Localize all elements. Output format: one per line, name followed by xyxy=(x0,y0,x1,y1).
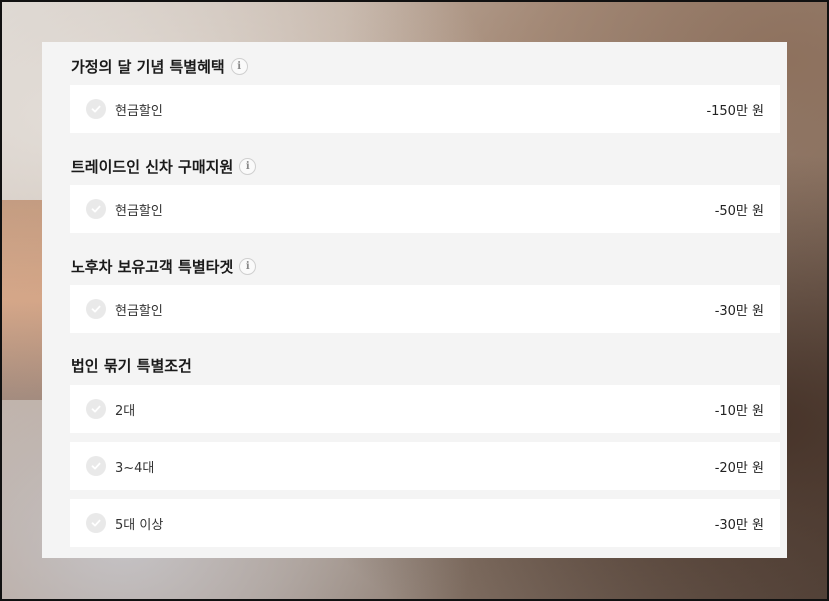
section-title-corporate: 법인 묶기 특별조건 xyxy=(71,354,192,376)
discount-option-row[interactable]: 3~4대 -20만 원 xyxy=(70,442,780,490)
option-amount: -10만 원 xyxy=(714,403,764,419)
section-title-text: 트레이드인 신차 구매지원 xyxy=(71,157,234,176)
discount-option-row[interactable]: 현금할인 -50만 원 xyxy=(70,185,780,233)
discount-option-row[interactable]: 현금할인 -30만 원 xyxy=(70,285,780,333)
option-amount: -30만 원 xyxy=(714,517,764,533)
section-title-old-car: 노후차 보유고객 특별타겟 i xyxy=(71,255,257,277)
option-amount: -150만 원 xyxy=(706,103,764,119)
checkmark-icon[interactable] xyxy=(86,199,106,219)
option-amount: -50만 원 xyxy=(714,203,764,219)
info-icon[interactable]: i xyxy=(239,257,257,275)
section-title-text: 가정의 달 기념 특별혜택 xyxy=(71,57,225,76)
discount-option-row[interactable]: 2대 -10만 원 xyxy=(70,385,780,433)
info-icon[interactable]: i xyxy=(230,57,248,75)
discount-option-row[interactable]: 5대 이상 -30만 원 xyxy=(70,499,780,547)
checkmark-icon[interactable] xyxy=(86,456,106,476)
checkmark-icon[interactable] xyxy=(86,513,106,533)
section-title-text: 법인 묶기 특별조건 xyxy=(71,356,192,375)
discount-panel: 가정의 달 기념 특별혜택 i 현금할인 -150만 원 트레이드인 신차 구매… xyxy=(42,42,787,558)
background-detail xyxy=(0,200,42,400)
option-amount: -30만 원 xyxy=(714,303,764,319)
option-label: 현금할인 xyxy=(115,103,163,119)
checkmark-icon[interactable] xyxy=(86,399,106,419)
option-label: 2대 xyxy=(115,403,136,419)
section-title-family-month: 가정의 달 기념 특별혜택 i xyxy=(71,55,248,77)
discount-option-row[interactable]: 현금할인 -150만 원 xyxy=(70,85,780,133)
section-title-text: 노후차 보유고객 특별타겟 xyxy=(71,257,234,276)
section-title-trade-in: 트레이드인 신차 구매지원 i xyxy=(71,155,257,177)
info-icon[interactable]: i xyxy=(239,157,257,175)
checkmark-icon[interactable] xyxy=(86,299,106,319)
option-label: 현금할인 xyxy=(115,203,163,219)
option-amount: -20만 원 xyxy=(714,460,764,476)
option-label: 3~4대 xyxy=(115,460,155,476)
option-label: 5대 이상 xyxy=(115,517,164,533)
option-label: 현금할인 xyxy=(115,303,163,319)
checkmark-icon[interactable] xyxy=(86,99,106,119)
